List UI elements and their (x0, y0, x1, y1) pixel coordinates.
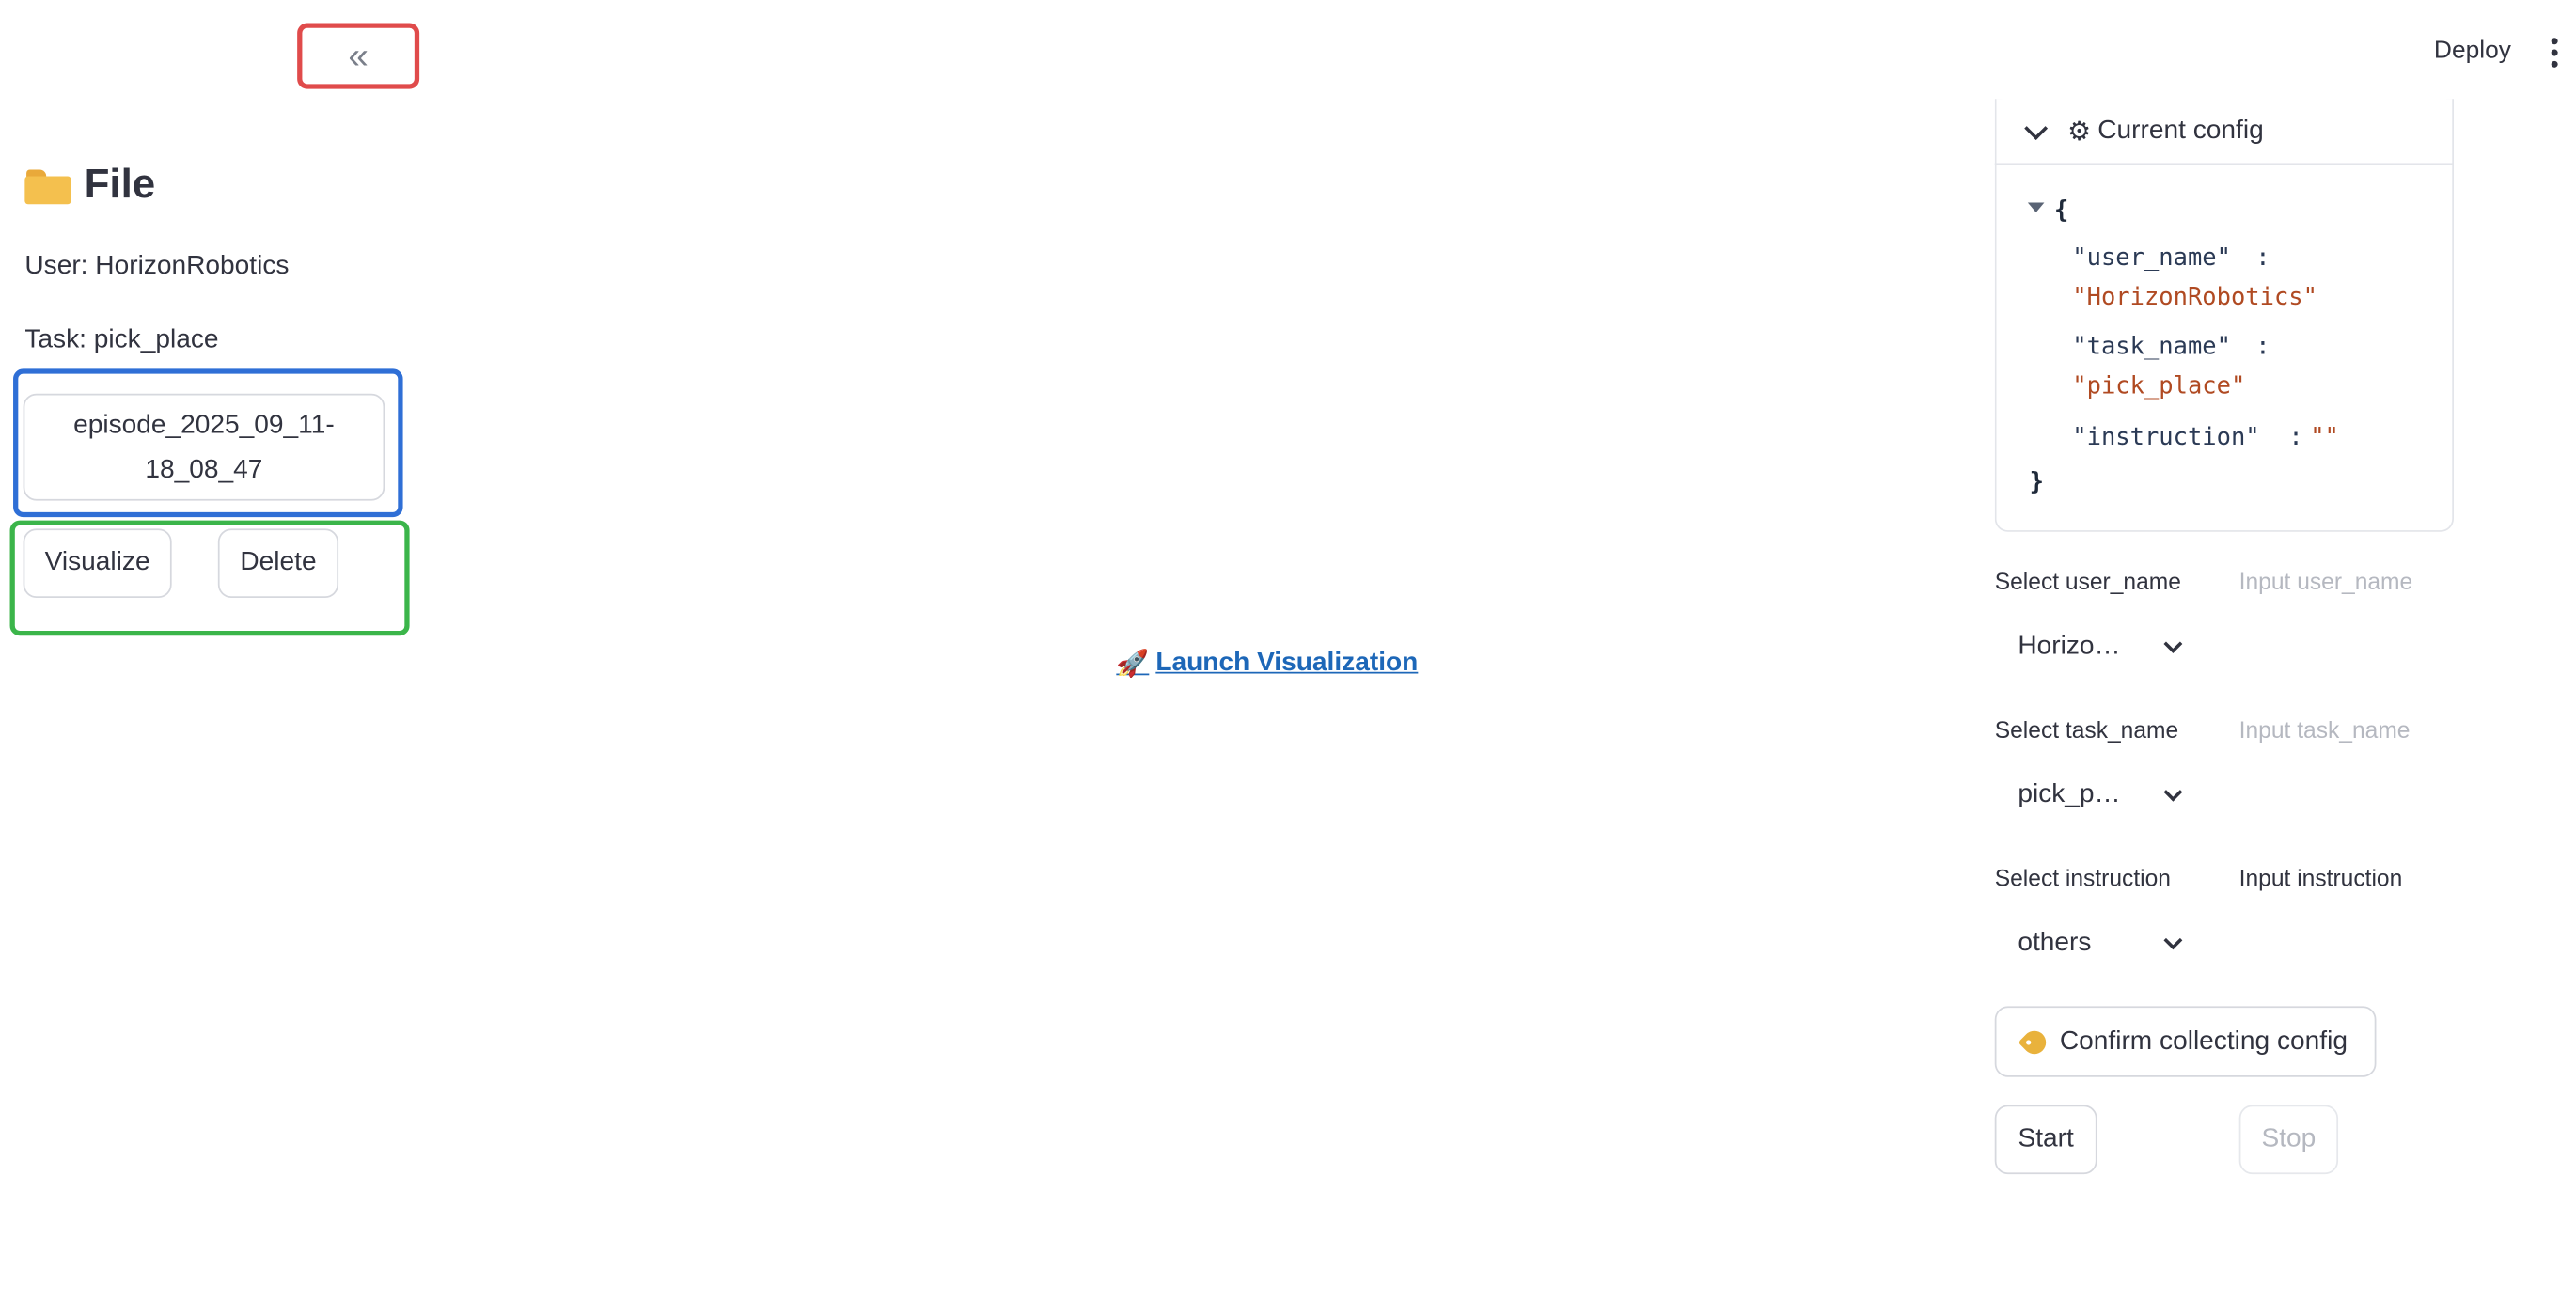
task-name-select[interactable]: pick_p… (2018, 777, 2183, 814)
json-close-brace: } (2029, 469, 2044, 496)
menu-dot (2551, 38, 2558, 45)
config-header-label: Current config (2097, 116, 2264, 145)
chevron-down-icon (2163, 635, 2183, 653)
menu-dot (2551, 49, 2558, 56)
double-chevron-left-icon: « (348, 34, 369, 76)
select-task-label: Select task_name (1994, 716, 2179, 744)
task-name-select-value: pick_p… (2018, 780, 2121, 809)
instruction-select-value: others (2018, 929, 2092, 957)
user-name-select-value: Horizo… (2018, 632, 2121, 661)
json-open-brace: { (2053, 197, 2069, 225)
rocket-icon: 🚀 (1116, 650, 1150, 679)
menu-dot (2551, 60, 2558, 68)
json-key: "instruction" (2072, 424, 2260, 452)
chevron-down-icon (2024, 116, 2049, 140)
start-button[interactable]: Start (1994, 1105, 2097, 1175)
select-instruction-label: Select instruction (1994, 864, 2171, 891)
json-colon: : (2255, 334, 2270, 361)
stop-button[interactable]: Stop (2238, 1105, 2339, 1175)
instruction-input[interactable]: Input instruction (2239, 865, 2454, 901)
collapse-sidebar-button[interactable]: « (297, 23, 420, 89)
chevron-down-icon (2163, 931, 2183, 950)
episode-name-line2: 18_08_47 (145, 455, 263, 484)
user-name-input[interactable]: Input user_name (2239, 568, 2454, 604)
json-key: "user_name" (2072, 245, 2231, 273)
folder-icon (24, 167, 71, 204)
confirm-config-label: Confirm collecting config (2059, 1027, 2348, 1056)
sidebar-title-text: File (84, 161, 156, 208)
json-key: "task_name" (2072, 334, 2231, 361)
json-value: "pick_place" (2072, 373, 2246, 400)
collapse-caret-icon[interactable] (2027, 202, 2045, 212)
delete-button[interactable]: Delete (217, 528, 339, 598)
app-canvas: « Deploy File User: HorizonRobotics Task… (0, 0, 2576, 1301)
user-name-select[interactable]: Horizo… (2018, 629, 2183, 666)
instruction-select[interactable]: others (2018, 926, 2183, 963)
app-root: « Deploy File User: HorizonRobotics Task… (0, 0, 2576, 1301)
deploy-button[interactable]: Deploy (2434, 37, 2511, 65)
chevron-down-icon (2163, 782, 2183, 802)
user-info: User: HorizonRobotics (24, 252, 290, 280)
launch-visualization-text: Launch Visualization (1155, 649, 1419, 678)
sidebar-title: File (24, 162, 155, 210)
episode-name-line1: episode_2025_09_11- (73, 411, 335, 439)
select-user-label: Select user_name (1994, 568, 2181, 595)
json-value: "" (2310, 424, 2339, 452)
json-colon: : (2288, 424, 2303, 452)
tag-icon (2018, 1025, 2051, 1058)
gear-icon: ⚙ (2067, 118, 2092, 147)
confirm-config-button[interactable]: Confirm collecting config (1994, 1006, 2377, 1077)
launch-visualization-link[interactable]: 🚀 Launch Visualization (1116, 647, 1418, 680)
visualize-button[interactable]: Visualize (23, 528, 172, 598)
task-name-input[interactable]: Input task_name (2239, 716, 2454, 753)
json-value: "HorizonRobotics" (2072, 285, 2317, 312)
episode-button[interactable]: episode_2025_09_11- 18_08_47 (23, 393, 385, 501)
main-menu-icon[interactable] (2543, 33, 2567, 72)
config-expander-header[interactable]: ⚙ Current config (1994, 99, 2455, 165)
task-info: Task: pick_place (24, 325, 219, 354)
json-colon: : (2255, 245, 2270, 273)
